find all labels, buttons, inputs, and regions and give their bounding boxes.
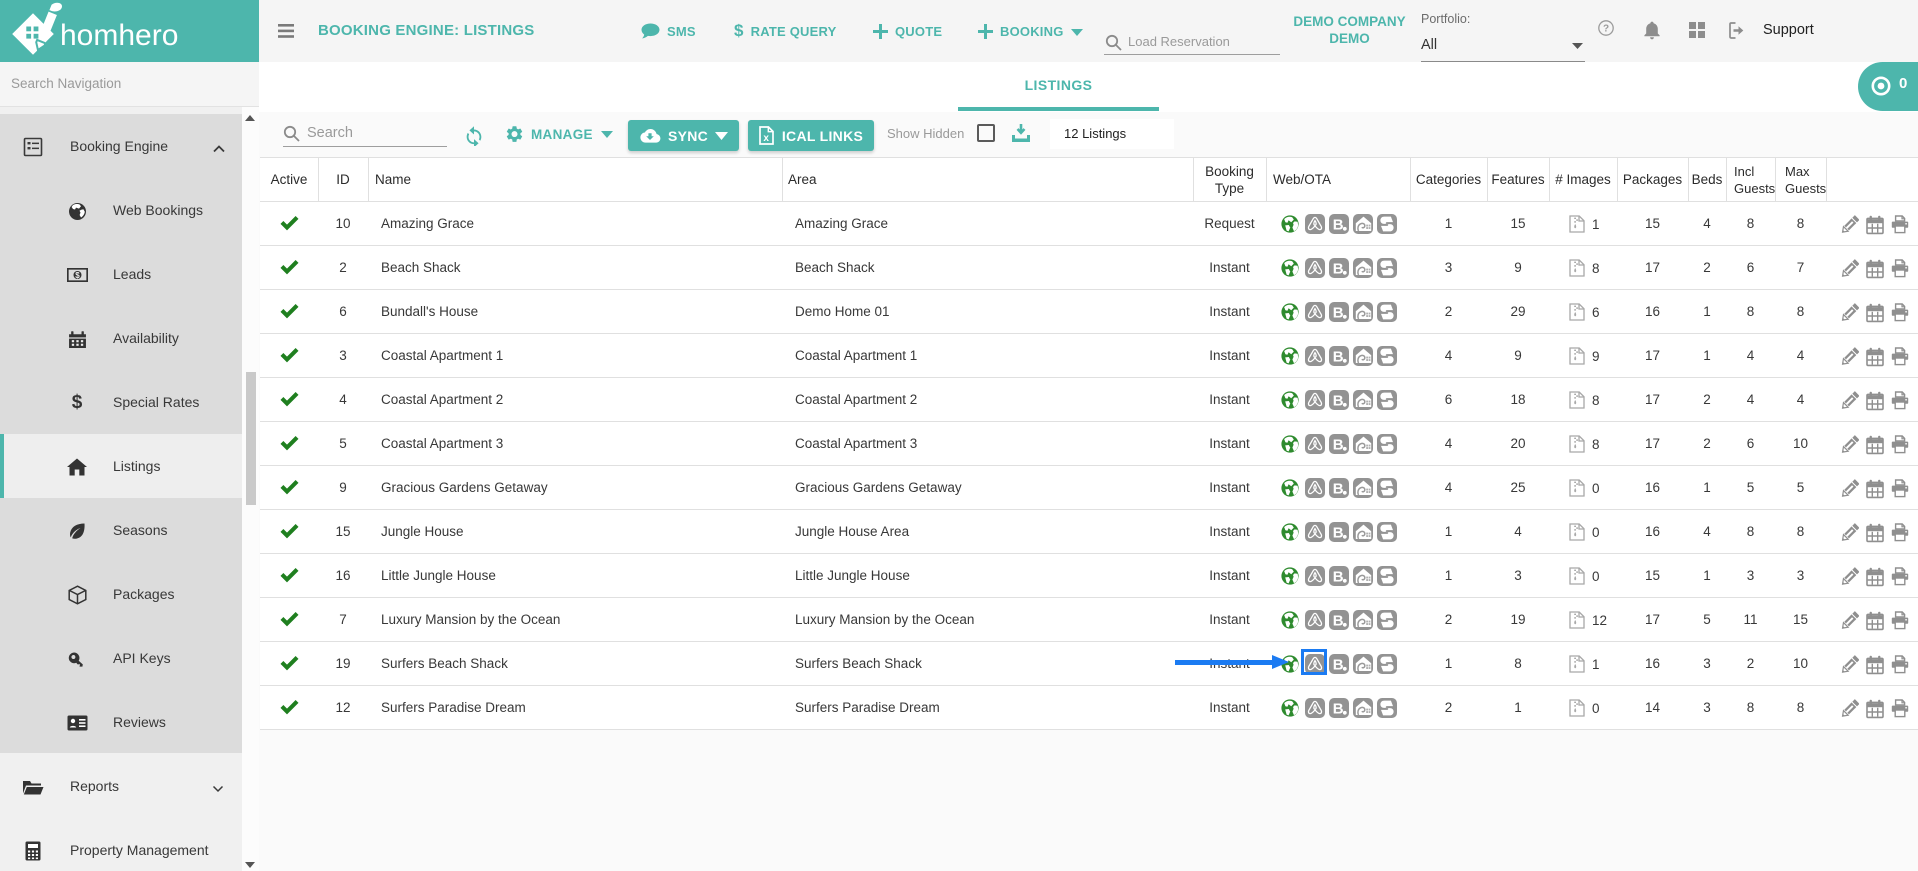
- svg-text:$: $: [75, 271, 80, 280]
- svg-text:B: B: [1333, 305, 1344, 322]
- svg-text:B: B: [1333, 701, 1344, 718]
- svg-text:B: B: [1333, 349, 1344, 366]
- svg-text:x: x: [763, 133, 769, 144]
- svg-text:B: B: [1333, 437, 1344, 454]
- svg-text:B: B: [1333, 613, 1344, 630]
- svg-text:B: B: [1333, 481, 1344, 498]
- svg-text:B: B: [1333, 657, 1344, 674]
- svg-text:B: B: [1333, 217, 1344, 234]
- svg-text:B: B: [1333, 261, 1344, 278]
- svg-text:B: B: [1333, 569, 1344, 586]
- svg-text:B: B: [1333, 525, 1344, 542]
- svg-text:B: B: [1333, 393, 1344, 410]
- svg-text:?: ?: [1603, 24, 1609, 35]
- svg-text:homhero: homhero: [60, 19, 178, 52]
